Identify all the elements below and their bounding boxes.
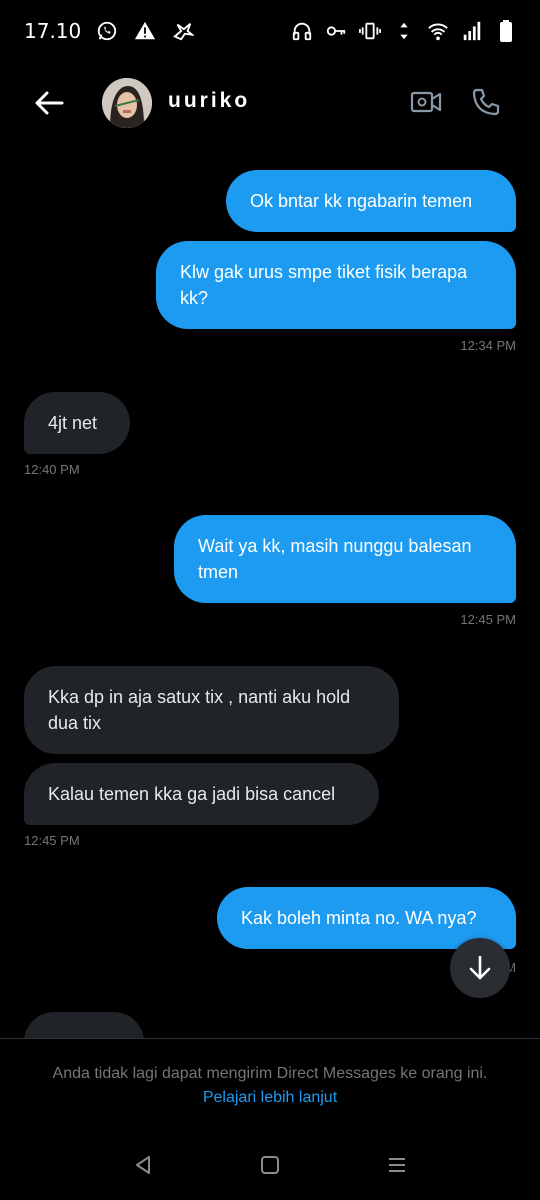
message-incoming[interactable]: Kalau temen kka ga jadi bisa cancel bbox=[24, 763, 379, 825]
recents-menu-icon[interactable] bbox=[377, 1145, 417, 1185]
message-timestamp: 12:45 PM bbox=[460, 612, 516, 627]
phone-call-icon[interactable] bbox=[468, 84, 504, 120]
vibrate-icon bbox=[358, 19, 382, 43]
message-incoming[interactable]: Kka dp in aja satux tix , nanti aku hold… bbox=[24, 666, 399, 754]
whatsapp-icon bbox=[95, 19, 119, 43]
bird-icon bbox=[171, 19, 195, 43]
conversation-header: uuriko bbox=[0, 62, 540, 144]
status-time: 17.10 bbox=[24, 19, 82, 43]
back-triangle-icon[interactable] bbox=[123, 1145, 163, 1185]
message-timestamp: 12:40 PM bbox=[24, 462, 80, 477]
dm-disabled-notice: Anda tidak lagi dapat mengirim Direct Me… bbox=[0, 1038, 540, 1130]
system-navigation-bar bbox=[0, 1130, 540, 1200]
wifi-icon bbox=[426, 19, 450, 43]
data-arrows-icon bbox=[392, 19, 416, 43]
message-outgoing[interactable]: Wait ya kk, masih nunggu balesan tmen bbox=[174, 515, 516, 603]
message-outgoing[interactable]: Ok bntar kk ngabarin temen bbox=[226, 170, 516, 232]
avatar[interactable] bbox=[102, 78, 152, 128]
message-outgoing[interactable]: Klw gak urus smpe tiket fisik berapa kk? bbox=[156, 241, 516, 329]
status-bar-right bbox=[290, 19, 518, 43]
key-icon bbox=[324, 19, 348, 43]
signal-icon bbox=[460, 19, 484, 43]
headphones-icon bbox=[290, 19, 314, 43]
message-timestamp: 12:45 PM bbox=[24, 833, 80, 848]
warning-icon bbox=[133, 19, 157, 43]
message-incoming[interactable]: 4jt net bbox=[24, 392, 130, 454]
back-arrow-icon[interactable] bbox=[30, 84, 68, 122]
conversation-username[interactable]: uuriko bbox=[168, 89, 250, 113]
battery-icon bbox=[494, 19, 518, 43]
message-timestamp: 12:34 PM bbox=[460, 338, 516, 353]
status-bar: 17.10 bbox=[0, 0, 540, 62]
status-bar-left: 17.10 bbox=[24, 19, 195, 43]
scroll-to-bottom-button[interactable] bbox=[450, 938, 510, 998]
notice-text: Anda tidak lagi dapat mengirim Direct Me… bbox=[52, 1065, 488, 1082]
learn-more-link[interactable]: Pelajari lebih lanjut bbox=[203, 1089, 337, 1107]
home-square-icon[interactable] bbox=[250, 1145, 290, 1185]
video-call-icon[interactable] bbox=[408, 86, 444, 118]
arrow-down-icon bbox=[469, 955, 491, 980]
